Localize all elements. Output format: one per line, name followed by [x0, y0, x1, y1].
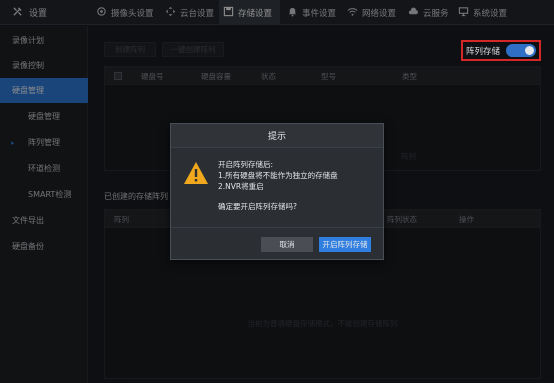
dialog-message-line: 开启阵列存储后: — [218, 160, 274, 169]
enable-array-storage-button[interactable]: 开启阵列存储 — [319, 237, 371, 252]
dialog-message-line: 2.NVR将重启 — [218, 182, 264, 191]
array-storage-control-highlight: 阵列存储 — [461, 40, 541, 61]
dialog-title: 提示 — [171, 124, 383, 148]
toggle-knob — [525, 46, 535, 55]
confirm-dialog: 提示 开启阵列存储后: 1.所有硬盘将不能作为独立的存储盘 2.NVR将重启 确… — [170, 123, 384, 260]
array-storage-label-highlight: 阵列存储 — [466, 46, 501, 57]
array-storage-toggle-highlight[interactable] — [506, 44, 537, 57]
warning-icon — [183, 161, 209, 185]
cancel-button[interactable]: 取消 — [261, 237, 313, 252]
dialog-question: 确定要开启阵列存储吗? — [218, 202, 297, 211]
dialog-footer: 取消 开启阵列存储 — [171, 227, 383, 259]
dialog-message-line: 1.所有硬盘将不能作为独立的存储盘 — [218, 171, 338, 180]
